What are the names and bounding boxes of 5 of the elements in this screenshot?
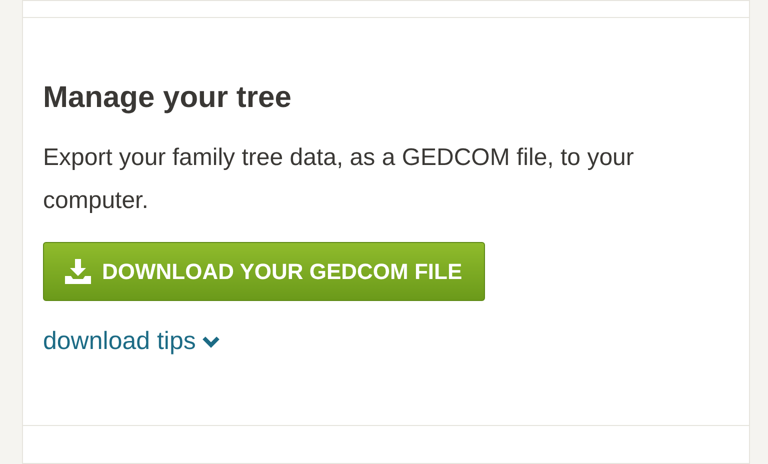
download-icon: [64, 258, 92, 284]
section-title: Manage your tree: [43, 80, 292, 116]
section-description: Export your family tree data, as a GEDCOM file, to your computer.: [43, 143, 635, 216]
chevron-down-icon: [202, 336, 220, 348]
download-tips-link[interactable]: download tips: [43, 327, 220, 356]
